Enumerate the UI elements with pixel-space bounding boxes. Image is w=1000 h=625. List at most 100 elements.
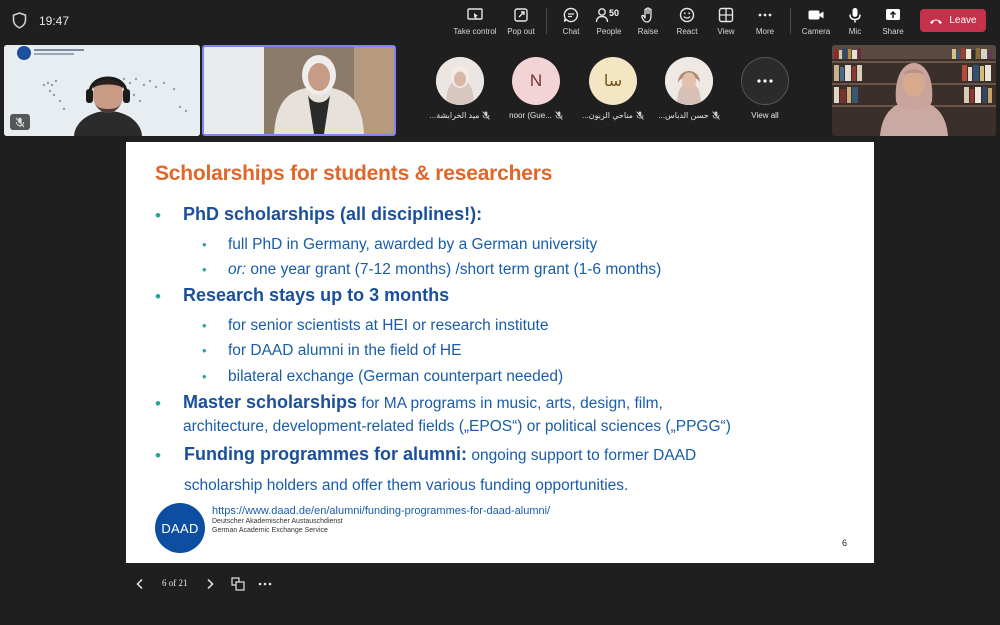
- raise-label: Raise: [637, 27, 659, 36]
- participant-name: ...ميد الخرابشة: [417, 111, 503, 120]
- shield-icon: [12, 12, 27, 29]
- slide-bullet-level1: Master scholarships for MA programs in m…: [183, 392, 663, 413]
- mic-off-icon: [555, 111, 563, 120]
- bullet-dot: •: [155, 206, 161, 225]
- slide-bullet-level1: Funding programmes for alumni: ongoing s…: [184, 444, 696, 465]
- raise-hand-button[interactable]: Raise: [634, 6, 662, 38]
- react-button[interactable]: React: [673, 6, 701, 38]
- view-label: View: [717, 27, 735, 36]
- view-all-text: View all: [751, 111, 779, 120]
- slide-sorter-button[interactable]: [229, 575, 247, 593]
- slide-bullet-level2: for DAAD alumni in the field of HE: [228, 342, 462, 359]
- more-dots-icon: [258, 582, 272, 586]
- react-label: React: [676, 27, 698, 36]
- chevron-left-icon: [136, 578, 143, 590]
- mic-button[interactable]: Mic: [842, 6, 868, 38]
- chat-icon: [563, 7, 579, 23]
- view-button[interactable]: View: [712, 6, 740, 38]
- slide-bullet-level2: bilateral exchange (German counterpart n…: [228, 368, 564, 385]
- bullet-text: one year grant (7-12 months) /short term…: [246, 261, 662, 278]
- take-control-icon: [467, 8, 483, 20]
- view-all-label: View all: [722, 111, 808, 120]
- raise-hand-icon: [641, 7, 652, 23]
- people-label: People: [596, 27, 622, 36]
- people-button[interactable]: 50 People: [592, 6, 626, 38]
- share-button[interactable]: Share: [879, 6, 907, 38]
- take-control-label: Take control: [453, 27, 497, 36]
- daad-logo: DAAD: [155, 503, 205, 553]
- slide-bullet-level1: PhD scholarships (all disciplines!):: [183, 204, 483, 224]
- grid-view-icon: [718, 7, 734, 23]
- participant-name-text: ...مناحي الزبون: [582, 111, 633, 120]
- participant-name: noor (Gue...: [493, 111, 579, 120]
- mic-off-icon: [482, 111, 491, 120]
- muted-indicator: [10, 114, 30, 130]
- participant-video-tile[interactable]: [4, 45, 200, 136]
- slide-page-indicator: 6 of 21: [162, 578, 188, 588]
- avatar-initial: سا: [603, 73, 623, 90]
- participant-name-text: ...ميد الخرابشة: [429, 111, 480, 120]
- bullet-text: for MA programs in music, arts, design, …: [357, 395, 663, 412]
- view-all-button[interactable]: [741, 57, 789, 105]
- chevron-right-icon: [207, 578, 214, 590]
- participant-name: ...حسن الدباس: [646, 111, 732, 120]
- next-slide-button[interactable]: [202, 575, 218, 593]
- pop-out-button[interactable]: Pop out: [503, 6, 539, 38]
- camera-icon: [808, 10, 824, 20]
- more-dots-icon: [757, 79, 773, 83]
- participant-video: [832, 45, 996, 136]
- participant-avatar[interactable]: [436, 57, 484, 105]
- leave-button[interactable]: Leave: [920, 9, 986, 32]
- slide-title: Scholarships for students & researchers: [155, 162, 553, 185]
- participant-video-tile[interactable]: [832, 45, 996, 136]
- people-count: 50: [609, 8, 620, 18]
- slides-grid-icon: [231, 577, 245, 591]
- share-screen-icon: [886, 9, 900, 20]
- daad-url-link[interactable]: https://www.daad.de/en/alumni/funding-pr…: [212, 505, 550, 517]
- mic-off-icon: [711, 111, 720, 120]
- bullet-dot: •: [202, 318, 207, 333]
- slide-bullet-level2: or: one year grant (7-12 months) /short …: [228, 261, 661, 279]
- participant-name-text: noor (Gue...: [509, 111, 552, 120]
- previous-slide-button[interactable]: [132, 575, 148, 593]
- bullet-dot: •: [202, 237, 207, 252]
- smile-icon: [679, 7, 695, 23]
- slide-bullet-level2: for senior scientists at HEI or research…: [228, 317, 549, 334]
- chat-button[interactable]: Chat: [557, 6, 585, 38]
- mic-label: Mic: [848, 27, 862, 36]
- profile-photo: [436, 57, 484, 105]
- mic-off-icon: [636, 111, 644, 120]
- bullet-bold-text: Master scholarships: [183, 392, 358, 412]
- more-dots-icon: [758, 13, 772, 17]
- toolbar-divider: [546, 8, 547, 34]
- slide-bullet-continuation: scholarship holders and offer them vario…: [184, 477, 629, 494]
- bullet-dot: •: [155, 287, 161, 306]
- camera-label: Camera: [801, 27, 831, 36]
- presenter-more-button[interactable]: [256, 575, 274, 593]
- active-speaker-video-tile[interactable]: [202, 45, 396, 136]
- participant-name-text: ...حسن الدباس: [658, 111, 709, 120]
- take-control-button[interactable]: Take control: [452, 6, 498, 38]
- organization-name-en: German Academic Exchange Service: [212, 527, 328, 534]
- toolbar-divider: [790, 8, 791, 34]
- more-button[interactable]: More: [751, 6, 779, 38]
- bullet-text: ongoing support to former DAAD: [467, 447, 697, 464]
- bullet-bold-text: Funding programmes for alumni:: [184, 444, 468, 464]
- presenter-slide-thumbnail: [4, 45, 200, 136]
- pop-out-label: Pop out: [507, 27, 535, 36]
- profile-photo: [665, 57, 713, 105]
- meeting-timer: 19:47: [39, 14, 70, 28]
- speaker-video: [204, 47, 394, 134]
- hang-up-icon: [930, 19, 943, 24]
- mic-off-icon: [15, 117, 25, 127]
- shared-presentation-slide: Scholarships for students & researchers …: [126, 142, 874, 563]
- participant-avatar[interactable]: [665, 57, 713, 105]
- leave-label: Leave: [949, 15, 977, 26]
- participant-avatar[interactable]: سا: [589, 57, 637, 105]
- slide-page-number: 6: [842, 538, 848, 548]
- bullet-dot: •: [202, 343, 207, 358]
- participant-avatar[interactable]: N: [512, 57, 560, 105]
- chat-label: Chat: [562, 27, 580, 36]
- bullet-dot: •: [202, 369, 207, 384]
- camera-button[interactable]: Camera: [800, 6, 832, 38]
